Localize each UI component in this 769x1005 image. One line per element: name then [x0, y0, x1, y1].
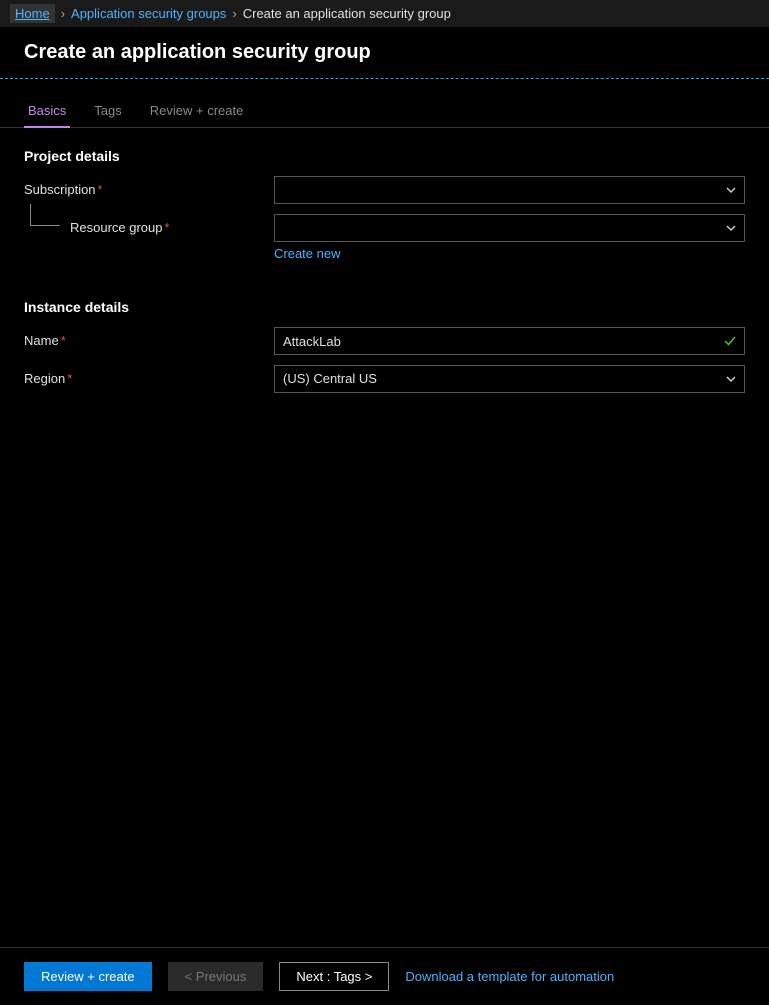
- tab-tags[interactable]: Tags: [90, 95, 125, 128]
- tabs: Basics Tags Review + create: [0, 79, 769, 128]
- breadcrumb-app-security-groups[interactable]: Application security groups: [71, 6, 226, 21]
- name-label: Name*: [24, 327, 274, 348]
- tab-review-create[interactable]: Review + create: [146, 95, 248, 128]
- previous-button[interactable]: < Previous: [168, 962, 264, 991]
- download-template-link[interactable]: Download a template for automation: [405, 969, 614, 984]
- resource-group-row: Resource group* Create new: [24, 214, 745, 261]
- tab-basics[interactable]: Basics: [24, 95, 70, 128]
- breadcrumb-separator-icon: ›: [61, 6, 65, 21]
- breadcrumb-separator-icon: ›: [232, 6, 236, 21]
- section-project-details-title: Project details: [24, 148, 745, 164]
- name-input[interactable]: [274, 327, 745, 355]
- breadcrumb-home[interactable]: Home: [10, 4, 55, 23]
- next-tags-button[interactable]: Next : Tags >: [279, 962, 389, 991]
- required-indicator: *: [98, 182, 103, 197]
- subscription-select[interactable]: [274, 176, 745, 204]
- region-row: Region* (US) Central US: [24, 365, 745, 393]
- region-select[interactable]: (US) Central US: [274, 365, 745, 393]
- create-new-link[interactable]: Create new: [274, 246, 340, 261]
- breadcrumb-current: Create an application security group: [243, 6, 451, 21]
- page-title: Create an application security group: [0, 27, 769, 78]
- review-create-button[interactable]: Review + create: [24, 962, 152, 991]
- subscription-label: Subscription*: [24, 176, 274, 197]
- resource-group-select[interactable]: [274, 214, 745, 242]
- section-instance-details-title: Instance details: [24, 299, 745, 315]
- required-indicator: *: [67, 371, 72, 386]
- subscription-row: Subscription*: [24, 176, 745, 204]
- required-indicator: *: [61, 333, 66, 348]
- breadcrumb-bar: Home › Application security groups › Cre…: [0, 0, 769, 27]
- name-row: Name*: [24, 327, 745, 355]
- indent-line: [30, 204, 60, 226]
- form-content: Project details Subscription* Resource g…: [0, 128, 769, 423]
- footer-bar: Review + create < Previous Next : Tags >…: [0, 947, 769, 1005]
- required-indicator: *: [165, 220, 170, 235]
- resource-group-label: Resource group*: [24, 214, 274, 235]
- region-label: Region*: [24, 365, 274, 386]
